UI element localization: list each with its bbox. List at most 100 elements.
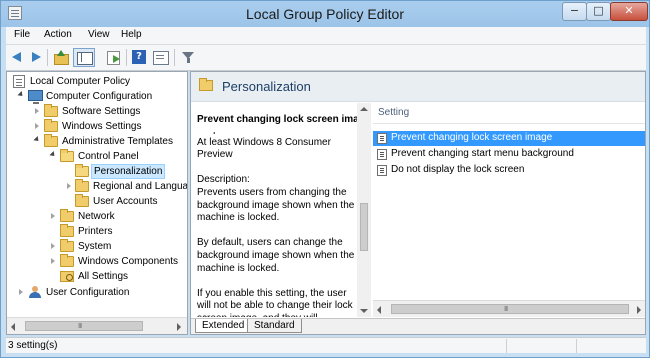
tree-item-windows-components[interactable]: Windows Components <box>7 254 187 269</box>
tree-item-label: Regional and Language <box>93 181 188 192</box>
tree-item-label: Printers <box>78 226 113 237</box>
tree-item-windows-settings[interactable]: Windows Settings <box>7 119 187 134</box>
expanded-arrow-icon[interactable] <box>17 91 25 99</box>
properties-icon[interactable] <box>152 49 169 65</box>
collapsed-arrow-icon[interactable] <box>51 243 55 249</box>
tree-item-computer-configuration[interactable]: Computer Configuration <box>7 89 187 104</box>
list-horizontal-scrollbar[interactable]: III <box>373 300 645 317</box>
tab-standard[interactable]: Standard <box>247 319 302 333</box>
help-icon[interactable] <box>131 49 148 65</box>
maximize-button[interactable]: □ <box>586 2 611 21</box>
tree-item-administrative-templates[interactable]: Administrative Templates <box>7 134 187 149</box>
settings-list[interactable]: Setting Prevent changing lock screen ima… <box>373 103 645 317</box>
tab-extended[interactable]: Extended <box>195 319 252 333</box>
status-bar: 3 setting(s) <box>6 337 646 353</box>
column-header-setting[interactable]: Setting <box>373 103 645 124</box>
menu-bar: File Action View Help <box>6 27 646 45</box>
title-bar[interactable]: Local Group Policy Editor − □ ✕ <box>1 1 649 27</box>
tree-item-system[interactable]: System <box>7 239 187 254</box>
tree-item-software-settings[interactable]: Software Settings <box>7 104 187 119</box>
setting-description-heading: Prevent changing lock screen image <box>197 114 369 125</box>
menu-file[interactable]: File <box>14 29 30 40</box>
scroll-right-arrow-icon[interactable] <box>637 306 641 314</box>
tree-item-label: All Settings <box>78 271 129 282</box>
tree-item-label: Windows Settings <box>62 121 142 132</box>
tree-item-user-configuration[interactable]: User Configuration <box>7 285 187 300</box>
up-folder-icon[interactable] <box>52 49 69 65</box>
description-clip: Requirements: At least Windows 8 Consume… <box>191 132 357 317</box>
tree-item-all-settings[interactable]: All Settings <box>7 269 187 284</box>
app-window: Local Group Policy Editor − □ ✕ File Act… <box>0 0 650 358</box>
tree-horizontal-scrollbar[interactable]: III <box>7 317 187 334</box>
content-pane: Personalization Prevent changing lock sc… <box>190 71 646 335</box>
toolbar <box>6 45 646 71</box>
list-item-label: Prevent changing lock screen image <box>391 132 553 143</box>
folder-icon <box>60 239 74 252</box>
tree-item-printers[interactable]: Printers <box>7 224 187 239</box>
close-button[interactable]: ✕ <box>610 2 648 21</box>
navigation-tree[interactable]: Local Computer Policy Computer Configura… <box>6 71 188 335</box>
tree-item-label: Personalization <box>91 164 166 179</box>
list-item[interactable]: Prevent changing lock screen image <box>373 131 645 146</box>
folder-icon <box>44 104 58 117</box>
menu-help[interactable]: Help <box>121 29 142 40</box>
tree-item-label: Windows Components <box>78 256 179 267</box>
collapsed-arrow-icon[interactable] <box>19 289 23 295</box>
scrollbar-thumb[interactable]: III <box>25 321 143 331</box>
tree-item-label: Computer Configuration <box>46 91 153 102</box>
policy-icon <box>13 75 25 88</box>
policy-setting-icon <box>377 165 387 176</box>
expanded-arrow-icon[interactable] <box>33 136 41 144</box>
tree-item-label: Software Settings <box>62 106 141 117</box>
folder-icon <box>75 179 89 192</box>
menu-action[interactable]: Action <box>44 29 72 40</box>
policy-setting-icon <box>377 133 387 144</box>
scroll-grip: III <box>78 322 82 330</box>
toolbar-separator <box>47 49 48 66</box>
folder-icon <box>75 194 89 207</box>
show-hide-tree-icon[interactable] <box>73 48 95 67</box>
scroll-up-arrow-icon[interactable] <box>360 107 368 111</box>
list-item[interactable]: Prevent changing start menu background <box>373 147 645 162</box>
tree-item-control-panel[interactable]: Control Panel <box>7 149 187 164</box>
toolbar-separator <box>126 49 127 66</box>
collapsed-arrow-icon[interactable] <box>51 258 55 264</box>
tree-item-label: User Accounts <box>93 196 158 207</box>
forward-icon[interactable] <box>27 49 44 65</box>
list-item[interactable]: Do not display the lock screen <box>373 163 645 178</box>
collapsed-arrow-icon[interactable] <box>67 183 71 189</box>
tree-item-personalization[interactable]: Personalization <box>7 164 187 179</box>
filter-icon[interactable] <box>180 49 197 65</box>
scroll-down-arrow-icon[interactable] <box>360 309 368 313</box>
scrollbar-thumb[interactable]: III <box>391 304 629 314</box>
tree-item-local-computer-policy[interactable]: Local Computer Policy <box>7 74 187 89</box>
tree-item-network[interactable]: Network <box>7 209 187 224</box>
all-settings-icon <box>60 271 74 282</box>
collapsed-arrow-icon[interactable] <box>51 213 55 219</box>
tree-item-regional-and-language[interactable]: Regional and Language <box>7 179 188 194</box>
collapsed-arrow-icon[interactable] <box>35 108 39 114</box>
back-icon[interactable] <box>10 49 27 65</box>
scroll-left-arrow-icon[interactable] <box>11 323 15 331</box>
description-vertical-scrollbar[interactable] <box>357 103 371 317</box>
minimize-button[interactable]: − <box>562 2 587 21</box>
content-header: Personalization <box>191 72 645 102</box>
tree-item-label: User Configuration <box>46 287 130 298</box>
collapsed-arrow-icon[interactable] <box>35 123 39 129</box>
setting-description-text: Requirements: At least Windows 8 Consume… <box>197 132 355 317</box>
scroll-right-arrow-icon[interactable] <box>177 323 181 331</box>
tree-item-user-accounts[interactable]: User Accounts <box>7 194 187 209</box>
list-item-label: Prevent changing start menu background <box>391 148 574 159</box>
status-divider <box>576 339 577 353</box>
tree-item-label: System <box>78 241 112 252</box>
column-header-label: Setting <box>378 107 410 118</box>
export-list-icon[interactable] <box>105 49 122 65</box>
scrollbar-thumb[interactable] <box>360 203 368 251</box>
folder-icon <box>44 119 58 132</box>
tree-item-label: Local Computer Policy <box>30 76 131 87</box>
expanded-arrow-icon[interactable] <box>49 151 57 159</box>
menu-view[interactable]: View <box>88 29 110 40</box>
scroll-left-arrow-icon[interactable] <box>377 306 381 314</box>
tree-item-label: Control Panel <box>78 151 139 162</box>
extended-description-pane: Prevent changing lock screen image Requi… <box>191 103 371 317</box>
